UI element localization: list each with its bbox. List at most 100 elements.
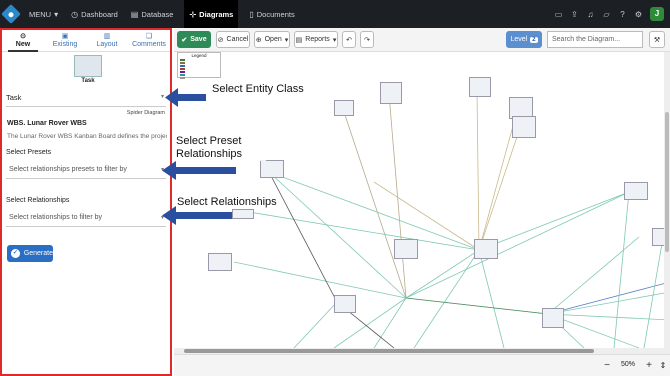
menu-button[interactable]: MENU ▾ bbox=[27, 0, 60, 28]
generate-label: Generate bbox=[23, 250, 53, 257]
legend-swatch bbox=[180, 58, 185, 61]
tools-button[interactable]: ⚒ bbox=[649, 31, 665, 48]
legend-swatch bbox=[180, 70, 185, 73]
entity-class-tile-label: Task bbox=[81, 78, 95, 84]
diagram-node[interactable] bbox=[512, 116, 536, 138]
edge bbox=[547, 313, 670, 321]
diagram-node[interactable] bbox=[542, 308, 564, 328]
edge bbox=[405, 191, 630, 299]
cancel-label: Cancel bbox=[226, 36, 249, 43]
relationships-select[interactable]: Select relationships to filter by ▾ bbox=[6, 211, 166, 227]
annotation-select-preset-relationships: Select Preset Relationships bbox=[176, 135, 266, 161]
settings-icon[interactable]: ⚙ bbox=[634, 10, 643, 19]
dashboard-icon: ◷ bbox=[71, 9, 79, 19]
zoom-out-button[interactable]: − bbox=[600, 359, 614, 373]
legend-swatch bbox=[180, 64, 185, 67]
comments-icon: ❏ bbox=[145, 33, 153, 40]
caret-down-icon: ▾ bbox=[284, 36, 289, 44]
edge bbox=[478, 191, 630, 251]
tab-existing[interactable]: ▣ Existing bbox=[44, 30, 86, 51]
undo-button[interactable]: ↶ bbox=[342, 31, 356, 48]
presets-label: Select Presets bbox=[6, 149, 52, 156]
legend-swatch bbox=[180, 76, 185, 79]
legend-row bbox=[180, 76, 220, 79]
relationships-label: Select Relationships bbox=[6, 197, 70, 204]
edge bbox=[476, 91, 480, 251]
avatar[interactable]: J bbox=[650, 7, 664, 21]
edge bbox=[233, 261, 407, 299]
zoom-in-button[interactable]: + bbox=[642, 359, 656, 373]
wrench-icon: ⚒ bbox=[653, 36, 661, 44]
nav-dashboard[interactable]: ◷ Dashboard bbox=[69, 0, 120, 28]
chat-icon[interactable]: ▭ bbox=[554, 10, 563, 19]
legend-swatch bbox=[180, 73, 185, 76]
open-button[interactable]: ⊕ Open ▾ bbox=[254, 31, 290, 48]
tab-new-label: New bbox=[15, 41, 31, 48]
diagram-search-input[interactable]: Search the Diagram... bbox=[547, 31, 643, 48]
nav-database[interactable]: ▤ Database bbox=[129, 0, 176, 28]
diagram-legend: Legend bbox=[177, 52, 221, 79]
edge bbox=[613, 191, 630, 348]
database-icon: ▤ bbox=[130, 9, 139, 19]
check-circle-icon: ✔ bbox=[181, 36, 188, 44]
diagram-node[interactable] bbox=[232, 209, 254, 219]
save-label: Save bbox=[190, 36, 207, 43]
edge bbox=[388, 93, 407, 299]
horizontal-scroll-thumb[interactable] bbox=[184, 349, 594, 353]
panel-tabs: ⊙ New ▣ Existing ▥ Layout ❏ Comments bbox=[2, 30, 170, 52]
diagram-node[interactable] bbox=[380, 82, 402, 104]
help-icon[interactable]: ? bbox=[618, 10, 627, 19]
zoom-bar: − 50% + ⇕ bbox=[174, 354, 670, 376]
redo-button[interactable]: ↷ bbox=[360, 31, 374, 48]
diagram-node[interactable] bbox=[334, 100, 354, 116]
nav-diagrams[interactable]: ⊹ Diagrams bbox=[184, 0, 239, 28]
vertical-scrollbar[interactable] bbox=[664, 52, 670, 348]
reports-icon: ▤ bbox=[295, 36, 303, 44]
relationships-placeholder: Select relationships to filter by bbox=[9, 214, 102, 221]
entity-class-tile-task[interactable] bbox=[74, 55, 102, 77]
nav-database-label: Database bbox=[141, 9, 174, 19]
layout-icon: ▥ bbox=[103, 33, 111, 40]
tab-new[interactable]: ⊙ New bbox=[2, 30, 44, 52]
diagram-node[interactable] bbox=[624, 182, 648, 200]
reports-button[interactable]: ▤ Reports ▾ bbox=[294, 31, 338, 48]
diagram-node[interactable] bbox=[260, 160, 284, 178]
tab-comments[interactable]: ❏ Comments bbox=[128, 30, 170, 51]
generate-button[interactable]: ✓ Generate bbox=[7, 245, 53, 262]
share-icon[interactable]: ⇪ bbox=[570, 10, 579, 19]
save-button[interactable]: ✔ Save bbox=[177, 31, 211, 48]
cancel-icon: ⊘ bbox=[217, 36, 224, 44]
edge bbox=[643, 231, 665, 348]
presets-select[interactable]: Select relationships presets to filter b… bbox=[6, 163, 166, 179]
undo-icon: ↶ bbox=[346, 36, 352, 44]
folder-icon[interactable]: ▱ bbox=[602, 10, 611, 19]
edge bbox=[343, 111, 407, 299]
nav-documents[interactable]: ▯ Documents bbox=[247, 0, 296, 28]
diagram-node[interactable] bbox=[334, 295, 356, 313]
level-button[interactable]: Level 2 bbox=[506, 31, 542, 48]
diagram-node[interactable] bbox=[474, 239, 498, 259]
annotation-select-relationships: Select Relationships bbox=[177, 196, 277, 209]
chevron-down-icon: ▾ bbox=[160, 167, 164, 173]
top-navigation-bar: MENU ▾ ◷ Dashboard ▤ Database ⊹ Diagrams… bbox=[0, 0, 670, 28]
diagram-node[interactable] bbox=[208, 253, 232, 271]
entity-class-select[interactable]: Task ▾ bbox=[6, 93, 166, 107]
nav-documents-label: Documents bbox=[256, 9, 295, 19]
tab-layout-label: Layout bbox=[96, 41, 118, 48]
entity-class-select-value: Task bbox=[6, 93, 22, 102]
diagram-type-label: Spider Diagram bbox=[126, 110, 165, 116]
new-icon: ⊙ bbox=[20, 33, 26, 40]
app-logo-icon[interactable] bbox=[1, 4, 21, 24]
redo-icon: ↷ bbox=[364, 36, 370, 44]
diagram-node[interactable] bbox=[469, 77, 491, 97]
diagram-node[interactable] bbox=[394, 239, 418, 259]
level-label: Level bbox=[510, 36, 528, 43]
bell-icon[interactable]: ♫ bbox=[586, 10, 595, 19]
fit-to-screen-button[interactable]: ⇕ bbox=[658, 359, 668, 373]
nav-dashboard-label: Dashboard bbox=[81, 9, 118, 19]
tab-layout[interactable]: ▥ Layout bbox=[86, 30, 128, 51]
chevron-down-icon: ▾ bbox=[160, 215, 164, 221]
cancel-button[interactable]: ⊘ Cancel bbox=[216, 31, 250, 48]
entity-class-strip: Task bbox=[4, 55, 168, 85]
vertical-scroll-thumb[interactable] bbox=[665, 112, 669, 252]
